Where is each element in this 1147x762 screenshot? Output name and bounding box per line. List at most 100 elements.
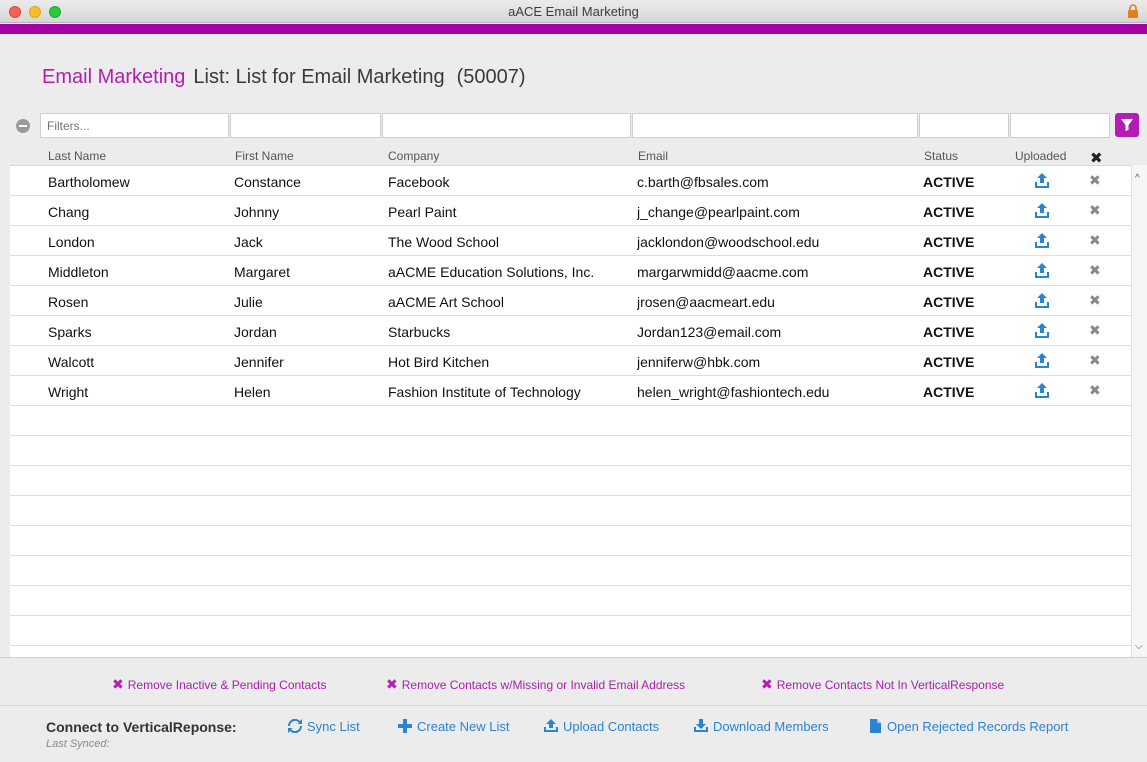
- delete-row-icon[interactable]: ✖: [1089, 352, 1101, 369]
- uploaded-icon[interactable]: [1033, 232, 1051, 250]
- cell-email: margarwmidd@aacme.com: [637, 264, 809, 280]
- cell-status: ACTIVE: [923, 324, 975, 340]
- empty-row: [10, 586, 1131, 616]
- col-email[interactable]: Email: [638, 149, 668, 163]
- table-row[interactable]: Rosen Julie aACME Art School jrosen@aacmear…: [10, 286, 1131, 316]
- table-row[interactable]: London Jack The Wood School jacklondon@wood…: [10, 226, 1131, 256]
- empty-row: [10, 406, 1131, 436]
- empty-row: [10, 556, 1131, 586]
- upload-contacts-label: Upload Contacts: [563, 719, 660, 734]
- scroll-down-icon[interactable]: ⌵: [1135, 641, 1143, 652]
- cell-company: The Wood School: [388, 234, 500, 250]
- cell-first: Helen: [234, 384, 271, 400]
- remove-inactive-label: Remove Inactive & Pending Contacts: [127, 678, 327, 692]
- cell-company: Facebook: [388, 174, 450, 190]
- table-row[interactable]: Sparks Jordan Starbucks Jordan123@email.com…: [10, 316, 1131, 346]
- clear-filters-icon[interactable]: [16, 119, 30, 133]
- col-status[interactable]: Status: [924, 149, 958, 163]
- filter-company[interactable]: [382, 113, 631, 138]
- cell-company: Starbucks: [388, 324, 451, 340]
- open-rejected-report-button[interactable]: Open Rejected Records Report: [867, 719, 1068, 734]
- download-members-button[interactable]: Download Members: [693, 719, 829, 734]
- open-rejected-report-label: Open Rejected Records Report: [887, 719, 1069, 734]
- cell-email: Jordan123@email.com: [637, 324, 782, 340]
- table-row[interactable]: Walcott Jennifer Hot Bird Kitchen jenniferw…: [10, 346, 1131, 376]
- cell-last: Rosen: [48, 294, 89, 310]
- cell-last: Wright: [48, 384, 89, 400]
- module-link[interactable]: Email Marketing: [42, 66, 185, 88]
- uploaded-icon[interactable]: [1033, 352, 1051, 370]
- divider: [0, 657, 1147, 658]
- col-first-name[interactable]: First Name: [235, 149, 294, 163]
- uploaded-icon[interactable]: [1033, 322, 1051, 340]
- scroll-up-icon[interactable]: ^: [1135, 173, 1140, 184]
- empty-row: [10, 466, 1131, 496]
- cell-status: ACTIVE: [923, 354, 975, 370]
- sync-list-button[interactable]: Sync List: [287, 719, 360, 734]
- remove-not-in-vr-label: Remove Contacts Not In VerticalResponse: [776, 678, 1005, 692]
- cell-last: London: [48, 234, 95, 250]
- col-company[interactable]: Company: [388, 149, 439, 163]
- cell-email: jrosen@aacmeart.edu: [637, 294, 775, 310]
- create-new-list-button[interactable]: Create New List: [397, 719, 509, 734]
- record-id: (50007): [456, 66, 526, 88]
- table-row[interactable]: Chang Johnny Pearl Paint j_change@pearlpain…: [10, 196, 1131, 226]
- cell-company: Pearl Paint: [388, 204, 457, 220]
- remove-icon: ✖: [761, 676, 773, 692]
- cell-last: Walcott: [48, 354, 95, 370]
- filter-first-name[interactable]: [230, 113, 381, 138]
- cell-first: Julie: [234, 294, 263, 310]
- empty-row: [10, 496, 1131, 526]
- uploaded-icon[interactable]: [1033, 382, 1051, 400]
- filter-status[interactable]: [919, 113, 1009, 138]
- empty-row: [10, 436, 1131, 466]
- delete-row-icon[interactable]: ✖: [1089, 172, 1101, 189]
- download-members-label: Download Members: [713, 719, 829, 734]
- cell-company: aACME Art School: [388, 294, 504, 310]
- cell-status: ACTIVE: [923, 264, 975, 280]
- table-scrollbar[interactable]: ^ ⌵: [1131, 165, 1147, 657]
- filter-uploaded[interactable]: [1010, 113, 1110, 138]
- remove-not-in-vr-button[interactable]: ✖ Remove Contacts Not In VerticalResponse: [761, 676, 1004, 693]
- delete-row-icon[interactable]: ✖: [1089, 322, 1101, 339]
- sync-icon: [287, 719, 303, 733]
- window-title: aACE Email Marketing: [508, 4, 639, 19]
- remove-invalid-email-button[interactable]: ✖ Remove Contacts w/Missing or Invalid Em…: [386, 676, 685, 693]
- divider: [0, 705, 1147, 706]
- plus-icon: [398, 719, 412, 733]
- col-last-name[interactable]: Last Name: [48, 149, 106, 163]
- cell-first: Jennifer: [234, 354, 284, 370]
- cell-company: aACME Education Solutions, Inc.: [388, 264, 595, 280]
- cell-status: ACTIVE: [923, 174, 975, 190]
- cell-last: Chang: [48, 204, 90, 220]
- table-row[interactable]: Middleton Margaret aACME Education Solutio…: [10, 256, 1131, 286]
- filter-email[interactable]: [632, 113, 918, 138]
- filter-button[interactable]: [1115, 113, 1139, 137]
- column-headers: Last Name First Name Company Email Statu…: [0, 146, 1147, 167]
- uploaded-icon[interactable]: [1033, 172, 1051, 190]
- remove-icon: ✖: [112, 676, 124, 692]
- lock-icon: [1128, 4, 1138, 18]
- uploaded-icon[interactable]: [1033, 262, 1051, 280]
- remove-inactive-button[interactable]: ✖ Remove Inactive & Pending Contacts: [112, 676, 327, 693]
- cell-first: Jordan: [234, 324, 277, 340]
- table-row[interactable]: Wright Helen Fashion Institute of Technolo…: [10, 376, 1131, 406]
- col-uploaded[interactable]: Uploaded: [1015, 149, 1066, 163]
- uploaded-icon[interactable]: [1033, 202, 1051, 220]
- delete-row-icon[interactable]: ✖: [1089, 262, 1101, 279]
- empty-row: [10, 616, 1131, 646]
- uploaded-icon[interactable]: [1033, 292, 1051, 310]
- cell-email: helen_wright@fashiontech.edu: [637, 384, 830, 400]
- table-row[interactable]: Bartholomew Constance Facebook c.barth@fbsa…: [10, 166, 1131, 196]
- delete-row-icon[interactable]: ✖: [1089, 382, 1101, 399]
- delete-row-icon[interactable]: ✖: [1089, 202, 1101, 219]
- last-synced-label: Last Synced:: [46, 738, 110, 750]
- delete-row-icon[interactable]: ✖: [1089, 232, 1101, 249]
- delete-row-icon[interactable]: ✖: [1089, 292, 1101, 309]
- filter-last-name[interactable]: [40, 113, 229, 138]
- cell-email: jacklondon@woodschool.edu: [637, 234, 820, 250]
- upload-contacts-button[interactable]: Upload Contacts: [543, 719, 659, 734]
- cell-first: Constance: [234, 174, 301, 190]
- download-icon: [694, 719, 708, 732]
- cell-company: Fashion Institute of Technology: [388, 384, 581, 400]
